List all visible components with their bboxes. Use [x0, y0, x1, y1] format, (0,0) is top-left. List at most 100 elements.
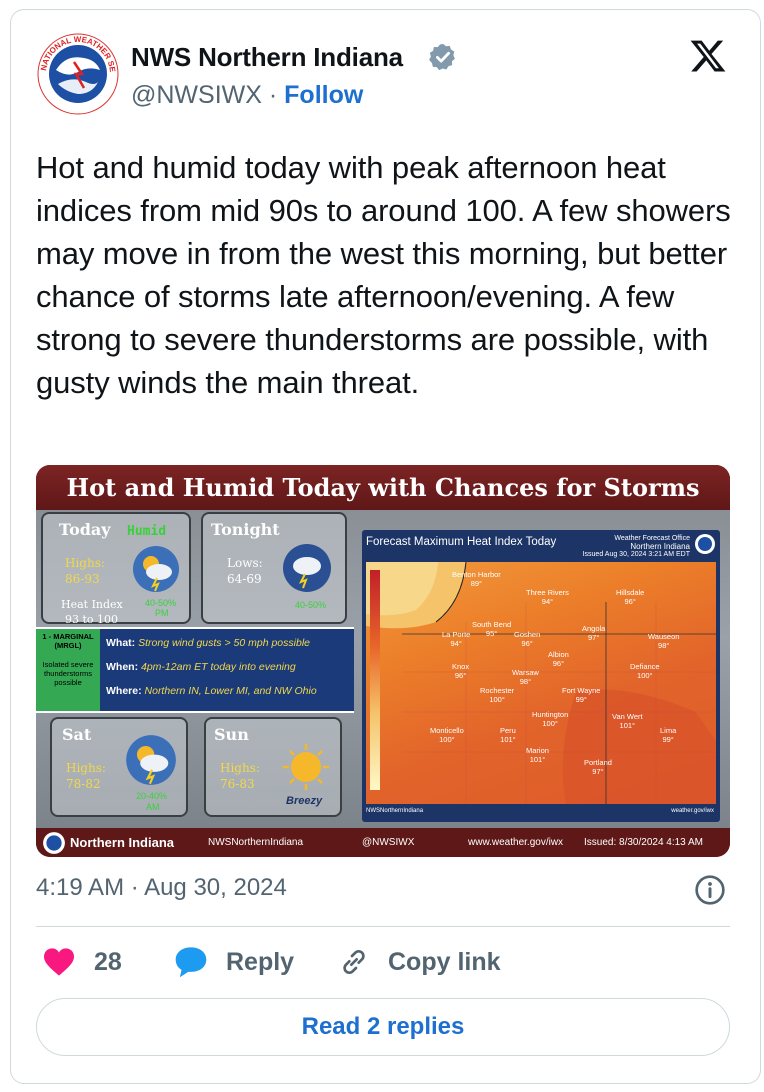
city-value: 101° — [619, 721, 636, 730]
link-icon — [343, 949, 365, 975]
today-pop-time: PM — [155, 608, 169, 618]
city-label: Hillsdale 96° — [616, 588, 644, 606]
tonight-lows: 64-69 — [227, 572, 262, 586]
graphic-title: Hot and Humid Today with Chances for Sto… — [36, 465, 730, 510]
handle-row: @NWSIWX · Follow — [131, 81, 363, 110]
city-label: Wauseon 98° — [648, 632, 679, 650]
outlook-risk-desc: Isolated severe thunderstorms possible — [42, 660, 94, 687]
nws-logo-icon: NATIONAL WEATHER SERVICE — [36, 32, 119, 115]
city-label: Marion 101° — [526, 746, 549, 764]
city-label: Knox 96° — [452, 662, 469, 680]
city-label: Lima 99° — [660, 726, 676, 744]
follow-button[interactable]: Follow — [284, 81, 363, 109]
sat-label: Sat — [62, 725, 92, 744]
reply-label: Reply — [226, 947, 295, 976]
city-name: Benton Harbor — [452, 570, 501, 579]
graphic-body: Today Humid Highs: 86-93 Heat Index 93 t… — [36, 510, 730, 828]
city-name: Warsaw — [512, 668, 539, 677]
city-name: Wauseon — [648, 632, 680, 641]
footer-twitter: @NWSIWX — [362, 837, 415, 848]
today-label: Today — [59, 520, 111, 539]
city-name: Hillsdale — [616, 588, 645, 597]
sun-cloud-storm-icon — [133, 546, 179, 592]
city-label: Rochester 100° — [480, 686, 514, 704]
what-label: What: — [106, 637, 136, 649]
verified-badge-icon — [429, 43, 455, 71]
copy-link-label: Copy link — [388, 947, 501, 976]
map-office-line2: Northern Indiana — [630, 542, 690, 551]
sun-cloud-storm-icon — [126, 735, 176, 785]
sunny-icon — [283, 744, 329, 790]
city-label: Peru 101° — [500, 726, 516, 744]
city-name: Portland — [584, 758, 612, 767]
author-name[interactable]: NWS Northern Indiana — [131, 42, 403, 73]
avatar[interactable]: NATIONAL WEATHER SERVICE — [36, 32, 120, 116]
map-website: weather.gov/iwx — [671, 808, 714, 814]
city-name: Goshen — [514, 630, 541, 639]
city-value: 89° — [470, 579, 483, 588]
heat-index-label: Heat Index — [61, 598, 123, 611]
city-name: Lima — [660, 726, 677, 735]
city-label: Benton Harbor 89° — [452, 570, 501, 588]
where-value: Northern IN, Lower MI, and NW Ohio — [144, 685, 317, 697]
map-area: Benton Harbor 89° Three Rivers 94° Hillsda… — [366, 562, 716, 804]
city-value: 98° — [519, 677, 532, 686]
heart-icon — [44, 948, 74, 976]
heat-index-map: Forecast Maximum Heat Index Today Weathe… — [362, 530, 720, 822]
sun-highs-label: Highs: — [220, 761, 260, 775]
city-value: 96° — [624, 597, 636, 606]
city-label: Albion 96° — [548, 650, 569, 668]
city-value: 100° — [542, 719, 558, 728]
footer-facebook: NWSNorthernIndiana — [208, 837, 304, 848]
city-name: Fort Wayne — [562, 686, 601, 695]
footer-issued: Issued: 8/30/2024 4:13 AM — [584, 837, 703, 848]
city-name: La Porte — [442, 630, 471, 639]
city-label: Angola 97° — [582, 624, 605, 642]
author-handle[interactable]: @NWSIWX — [131, 81, 262, 109]
outlook-risk-tag: 1 - MARGINAL (MRGL) Isolated severe thun… — [36, 629, 100, 711]
city-value: 97° — [592, 767, 604, 776]
tweet-timestamp[interactable]: 4:19 AM · Aug 30, 2024 — [36, 874, 287, 902]
graphic-footer: Northern Indiana NWSNorthernIndiana @NWS… — [36, 828, 730, 857]
city-value: 96° — [521, 639, 533, 648]
what-value: Strong wind gusts > 50 mph possible — [138, 637, 310, 649]
outlook-risk-level: 1 - MARGINAL (MRGL) — [42, 632, 94, 650]
city-label: Monticello 100° — [430, 726, 464, 744]
timestamp-time[interactable]: 4:19 AM — [36, 874, 124, 901]
city-value: 94° — [450, 639, 462, 648]
like-button[interactable]: 28 — [42, 942, 122, 982]
sat-panel: Sat Highs: 78-82 20-40% AM — [50, 717, 188, 817]
city-value: 100° — [439, 735, 455, 744]
when-label: When: — [106, 661, 139, 673]
city-label: Portland 97° — [584, 758, 612, 776]
nws-footer-logo-icon — [43, 832, 65, 854]
where-label: Where: — [106, 685, 142, 697]
city-label: South Bend 95° — [472, 620, 511, 638]
city-label: Warsaw 98° — [512, 668, 539, 686]
city-label: Huntington 100° — [532, 710, 568, 728]
x-logo-icon[interactable] — [688, 37, 728, 75]
reply-bubble-icon — [175, 947, 207, 978]
timestamp-date[interactable]: Aug 30, 2024 — [144, 874, 287, 901]
city-name: Huntington — [532, 710, 569, 719]
sat-pop-time: AM — [146, 802, 160, 812]
copy-link-button[interactable]: Copy link — [338, 942, 501, 982]
city-label: Fort Wayne 99° — [562, 686, 600, 704]
read-replies-button[interactable]: Read 2 replies — [36, 998, 730, 1056]
city-name: Defiance — [630, 662, 660, 671]
city-name: Angola — [582, 624, 606, 633]
city-value: 96° — [552, 659, 565, 668]
reply-button[interactable]: Reply — [174, 942, 294, 982]
cloud-storm-night-icon — [283, 544, 331, 592]
info-icon[interactable] — [694, 874, 726, 906]
breezy-label: Breezy — [286, 795, 323, 807]
city-value: 101° — [500, 735, 516, 744]
city-name: Albion — [548, 650, 569, 659]
city-label: Defiance 100° — [630, 662, 660, 680]
city-value: 98° — [658, 641, 670, 650]
footer-website: www.weather.gov/iwx — [468, 837, 564, 848]
when-value: 4pm-12am ET today into evening — [141, 661, 296, 673]
sun-highs: 76-83 — [220, 777, 255, 791]
tonight-panel: Tonight Lows: 64-69 40-50% — [201, 512, 347, 624]
tweet-media-graphic[interactable]: Hot and Humid Today with Chances for Sto… — [36, 465, 730, 857]
